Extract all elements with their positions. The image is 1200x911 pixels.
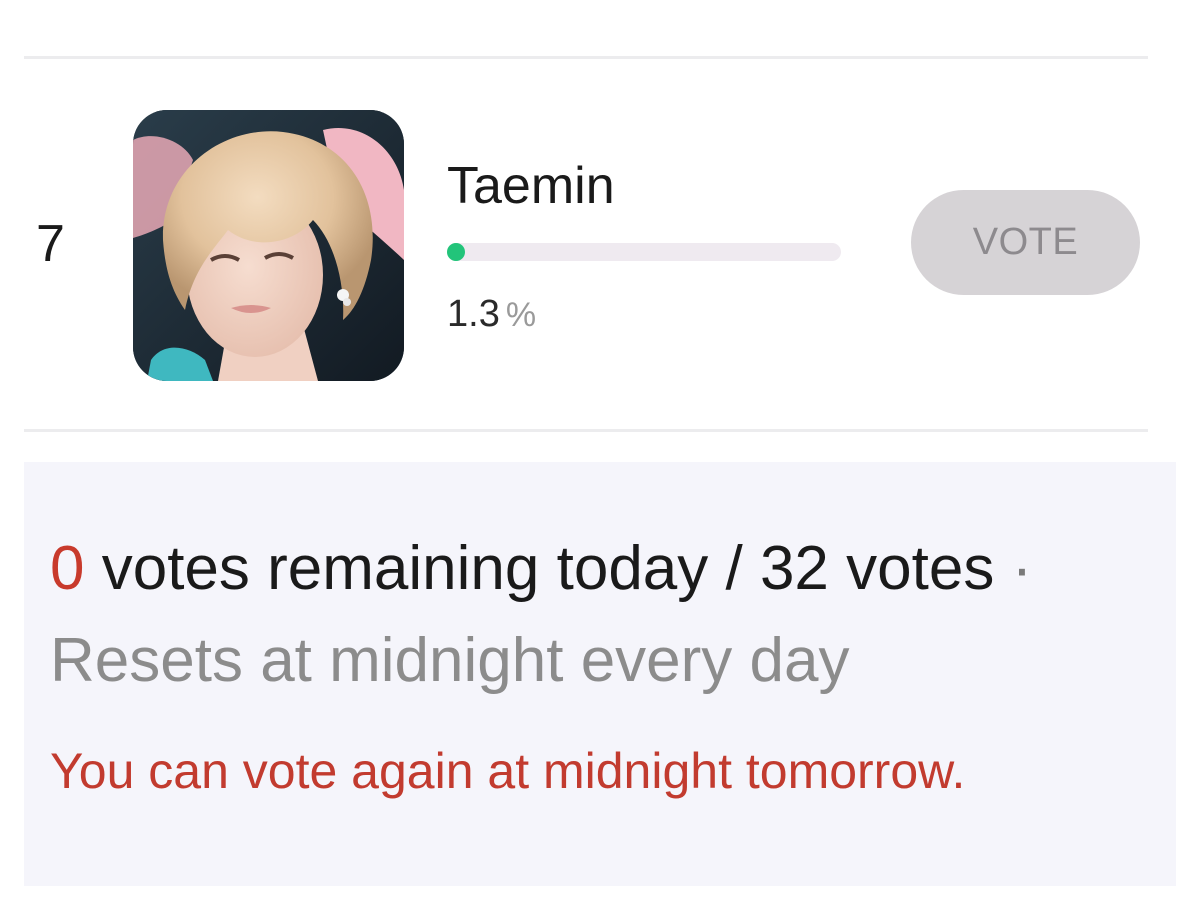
vote-progress-bar (447, 243, 841, 261)
votes-remaining-text: votes remaining today / 32 votes (101, 534, 995, 603)
artist-name: Taemin (447, 157, 615, 215)
votes-remaining-line: 0 votes remaining today / 32 votes · (50, 528, 1032, 610)
percentage-unit: % (505, 296, 537, 334)
votes-remaining-count: 0 (50, 534, 85, 603)
separator-dot: · (1011, 534, 1033, 603)
vote-again-notice: You can vote again at midnight tomorrow. (50, 743, 966, 799)
vote-page: 7 Taemin 1.3 % VOTE 0 votes remaining to… (0, 0, 1200, 911)
vote-progress-fill (447, 243, 465, 261)
vote-button[interactable]: VOTE (911, 190, 1140, 295)
reset-info-text: Resets at midnight every day (50, 626, 850, 695)
percentage-value: 1.3 (447, 293, 500, 335)
bottom-divider (24, 429, 1148, 432)
artist-photo-icon (133, 110, 404, 381)
vote-percentage: 1.3% (447, 290, 536, 339)
artist-avatar (133, 110, 404, 381)
top-divider (24, 56, 1148, 59)
rank-number: 7 (36, 215, 65, 273)
